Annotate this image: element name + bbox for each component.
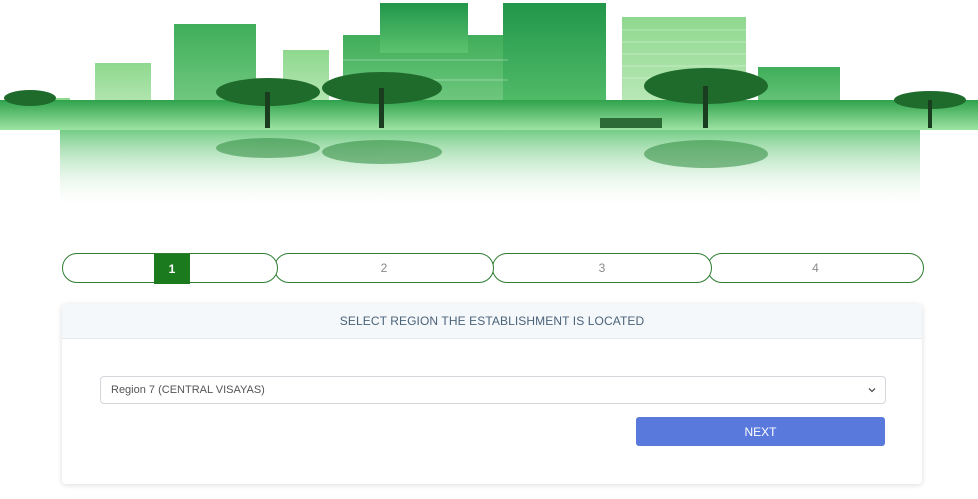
step-3-label: 3 (598, 261, 606, 275)
region-card: SELECT REGION THE ESTABLISHMENT IS LOCAT… (62, 304, 922, 484)
step-1-label: 1 (168, 262, 176, 276)
chevron-down-icon (868, 388, 876, 393)
page: 4 3 2 1 SELECT REGION THE ESTABLISHMENT … (0, 0, 978, 499)
card-header: SELECT REGION THE ESTABLISHMENT IS LOCAT… (62, 304, 922, 339)
step-1-active-indicator: 1 (154, 254, 190, 284)
step-3[interactable]: 3 (492, 253, 712, 283)
step-indicator: 4 3 2 1 (62, 253, 924, 285)
step-4[interactable]: 4 (707, 253, 924, 283)
skyline-illustration (0, 3, 978, 210)
step-2-label: 2 (380, 261, 388, 275)
step-4-label: 4 (812, 261, 819, 275)
city-skyline-banner (0, 0, 978, 225)
region-select[interactable]: Region 7 (CENTRAL VISAYAS) (100, 376, 886, 404)
step-1[interactable]: 1 (62, 253, 278, 284)
next-button[interactable]: NEXT (636, 417, 885, 446)
step-2[interactable]: 2 (274, 253, 494, 283)
region-select-value: Region 7 (CENTRAL VISAYAS) (111, 384, 265, 396)
